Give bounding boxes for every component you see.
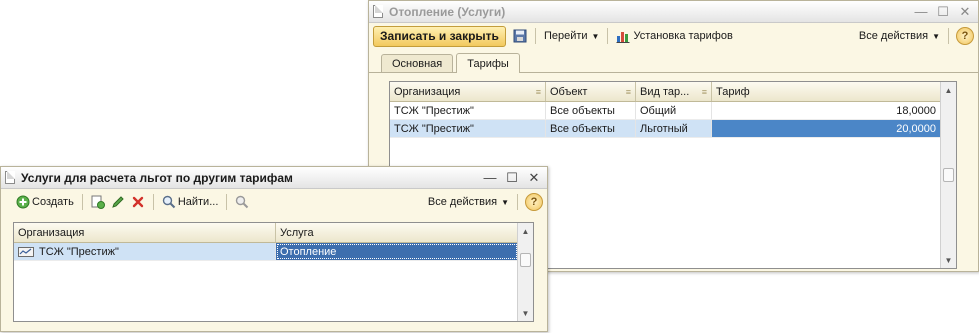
table-row[interactable]: ТСЖ "Престиж" Все объекты Льготный 20,00… — [390, 120, 941, 138]
benefit-services-window: Услуги для расчета льгот по другим тариф… — [0, 166, 548, 332]
all-actions-label: Все действия — [427, 196, 498, 208]
scroll-down-icon[interactable]: ▼ — [518, 305, 533, 321]
add-icon — [16, 195, 30, 209]
scroll-up-icon[interactable]: ▲ — [518, 223, 533, 239]
chevron-down-icon: ▼ — [591, 31, 600, 41]
toolbar-separator — [152, 194, 154, 210]
column-header-organization[interactable]: Организация — [14, 223, 276, 242]
toolbar-separator — [948, 28, 949, 44]
chevron-down-icon: ▼ — [932, 31, 940, 41]
table-row[interactable]: ТСЖ "Престиж" Все объекты Общий 18,0000 — [390, 102, 941, 120]
cancel-search-button[interactable] — [232, 192, 252, 212]
set-tariffs-label: Установка тарифов — [633, 30, 733, 42]
services-titlebar[interactable]: Отопление (Услуги) — ☐ ✕ — [369, 1, 978, 23]
pencil-icon — [111, 195, 125, 209]
tab-main[interactable]: Основная — [381, 54, 454, 72]
scroll-down-icon[interactable]: ▼ — [941, 252, 956, 268]
all-actions-menu[interactable]: Все действия ▼ — [856, 26, 943, 46]
minimize-icon[interactable]: — — [481, 169, 499, 187]
all-actions-label: Все действия — [858, 30, 929, 42]
cell-organization[interactable]: ТСЖ "Престиж" — [14, 243, 276, 260]
delete-icon — [131, 195, 145, 209]
toolbar-separator — [81, 194, 83, 210]
row-item-icon — [18, 246, 34, 257]
maximize-icon[interactable]: ☐ — [934, 3, 952, 21]
all-actions-menu[interactable]: Все действия ▼ — [425, 192, 512, 212]
services-table: Организация Услуга ТСЖ "Престиж" Отоплен… — [13, 222, 534, 322]
cell-organization[interactable]: ТСЖ "Престиж" — [390, 120, 546, 137]
close-icon[interactable]: ✕ — [956, 3, 974, 21]
scroll-up-icon[interactable]: ▲ — [941, 82, 956, 98]
close-icon[interactable]: ✕ — [525, 169, 543, 187]
vertical-scrollbar[interactable]: ▲ ▼ — [517, 223, 533, 321]
tab-strip: Основная Тарифы — [369, 53, 978, 73]
maximize-icon[interactable]: ☐ — [503, 169, 521, 187]
column-header-tariff[interactable]: Тариф — [712, 82, 941, 101]
scroll-thumb[interactable] — [943, 168, 954, 182]
table-header: Организация Услуга — [14, 223, 518, 243]
cell-organization[interactable]: ТСЖ "Престиж" — [390, 102, 546, 119]
column-header-organization[interactable]: Организация ≡ — [390, 82, 546, 101]
table-row[interactable]: ТСЖ "Престиж" Отопление — [14, 243, 518, 261]
search-icon — [162, 195, 176, 209]
toolbar-separator — [517, 194, 518, 210]
cell-service[interactable]: Отопление — [276, 243, 518, 260]
help-button[interactable]: ? — [956, 27, 974, 45]
chevron-down-icon: ▼ — [501, 197, 509, 207]
window-title: Отопление (Услуги) — [389, 4, 506, 19]
minimize-icon[interactable]: — — [912, 3, 930, 21]
cell-object[interactable]: Все объекты — [546, 102, 636, 119]
toolbar-separator — [534, 28, 536, 44]
column-header-object[interactable]: Объект ≡ — [546, 82, 636, 101]
find-button[interactable]: Найти... — [159, 192, 222, 212]
goto-label: Перейти — [543, 30, 588, 42]
vertical-scrollbar[interactable]: ▲ ▼ — [940, 82, 956, 268]
delete-button[interactable] — [128, 192, 148, 212]
cell-kind[interactable]: Общий — [636, 102, 712, 119]
sort-icon: ≡ — [625, 86, 631, 97]
sort-icon: ≡ — [701, 86, 707, 97]
tab-tariffs[interactable]: Тарифы — [456, 53, 520, 73]
goto-menu[interactable]: Перейти ▼ — [541, 26, 603, 46]
cell-tariff[interactable]: 18,0000 — [712, 102, 941, 119]
edit-button[interactable] — [108, 192, 128, 212]
cell-kind[interactable]: Льготный — [636, 120, 712, 137]
chart-icon — [616, 29, 630, 43]
create-button[interactable]: Создать — [13, 192, 77, 212]
toolbar-separator — [607, 28, 609, 44]
document-icon — [5, 171, 15, 184]
table-header: Организация ≡ Объект ≡ Вид тар... ≡ Тари… — [390, 82, 941, 102]
set-tariffs-button[interactable]: Установка тарифов — [613, 26, 735, 46]
cancel-search-icon — [235, 195, 249, 209]
toolbar-separator — [226, 194, 228, 210]
help-button[interactable]: ? — [525, 193, 543, 211]
scroll-thumb[interactable] — [520, 253, 531, 267]
organization-value: ТСЖ "Престиж" — [39, 245, 119, 258]
column-header-service[interactable]: Услуга — [276, 223, 518, 242]
copy-button[interactable] — [88, 192, 108, 212]
save-icon[interactable] — [510, 26, 530, 46]
window-title: Услуги для расчета льгот по другим тариф… — [21, 170, 293, 185]
document-icon — [373, 5, 383, 18]
save-close-button[interactable]: Записать и закрыть — [373, 25, 506, 47]
benefit-services-titlebar[interactable]: Услуги для расчета льгот по другим тариф… — [1, 167, 547, 189]
copy-icon — [91, 195, 105, 209]
sort-icon: ≡ — [535, 86, 541, 97]
find-label: Найти... — [177, 196, 219, 208]
column-header-kind[interactable]: Вид тар... ≡ — [636, 82, 712, 101]
cell-object[interactable]: Все объекты — [546, 120, 636, 137]
cell-tariff[interactable]: 20,0000 — [712, 120, 941, 137]
create-label: Создать — [32, 196, 74, 208]
sub-toolbar: Создать Найти... Все действия ▼ ? — [1, 189, 547, 215]
main-toolbar: Записать и закрыть Перейти ▼ Установка т… — [369, 23, 978, 49]
